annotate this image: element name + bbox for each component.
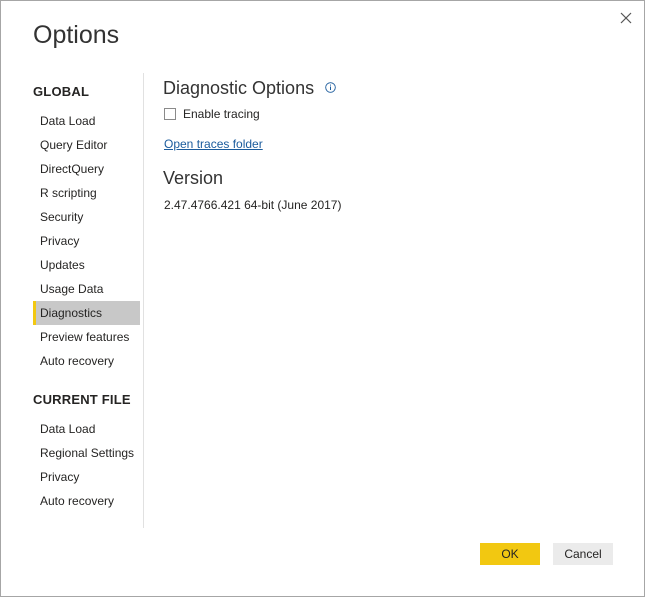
sidebar-item-file-auto-recovery[interactable]: Auto recovery <box>33 489 140 513</box>
sidebar-item-preview-features[interactable]: Preview features <box>33 325 140 349</box>
global-section-header: GLOBAL <box>33 84 90 99</box>
info-icon[interactable] <box>325 81 336 93</box>
current-file-section-header: CURRENT FILE <box>33 392 131 407</box>
sidebar-item-usage-data[interactable]: Usage Data <box>33 277 140 301</box>
sidebar-item-diagnostics[interactable]: Diagnostics <box>33 301 140 325</box>
close-icon <box>620 12 632 24</box>
version-value: 2.47.4766.421 64-bit (June 2017) <box>164 198 342 212</box>
version-heading: Version <box>163 168 224 188</box>
sidebar-item-regional-settings[interactable]: Regional Settings <box>33 441 140 465</box>
sidebar-item-r-scripting[interactable]: R scripting <box>33 181 140 205</box>
enable-tracing-label: Enable tracing <box>183 107 260 121</box>
ok-button[interactable]: OK <box>480 543 540 565</box>
sidebar-item-global-auto-recovery[interactable]: Auto recovery <box>33 349 140 373</box>
sidebar-item-security[interactable]: Security <box>33 205 140 229</box>
sidebar-item-query-editor[interactable]: Query Editor <box>33 133 140 157</box>
sidebar-item-file-privacy[interactable]: Privacy <box>33 465 140 489</box>
sidebar-item-file-data-load[interactable]: Data Load <box>33 417 140 441</box>
options-dialog: Options GLOBAL Data Load Query Editor Di… <box>0 0 645 597</box>
dialog-title: Options <box>33 21 120 49</box>
sidebar-item-directquery[interactable]: DirectQuery <box>33 157 140 181</box>
cancel-button[interactable]: Cancel <box>553 543 613 565</box>
options-sidebar: GLOBAL Data Load Query Editor DirectQuer… <box>33 73 144 528</box>
diagnostic-options-heading: Diagnostic Options <box>163 78 336 99</box>
diagnostic-options-heading-text: Diagnostic Options <box>163 78 315 98</box>
sidebar-item-global-privacy[interactable]: Privacy <box>33 229 140 253</box>
enable-tracing-row[interactable]: Enable tracing <box>164 107 260 121</box>
sidebar-item-global-data-load[interactable]: Data Load <box>33 109 140 133</box>
close-button[interactable] <box>615 7 637 29</box>
sidebar-item-updates[interactable]: Updates <box>33 253 140 277</box>
enable-tracing-checkbox[interactable] <box>164 108 176 120</box>
open-traces-folder-link[interactable]: Open traces folder <box>164 137 263 151</box>
